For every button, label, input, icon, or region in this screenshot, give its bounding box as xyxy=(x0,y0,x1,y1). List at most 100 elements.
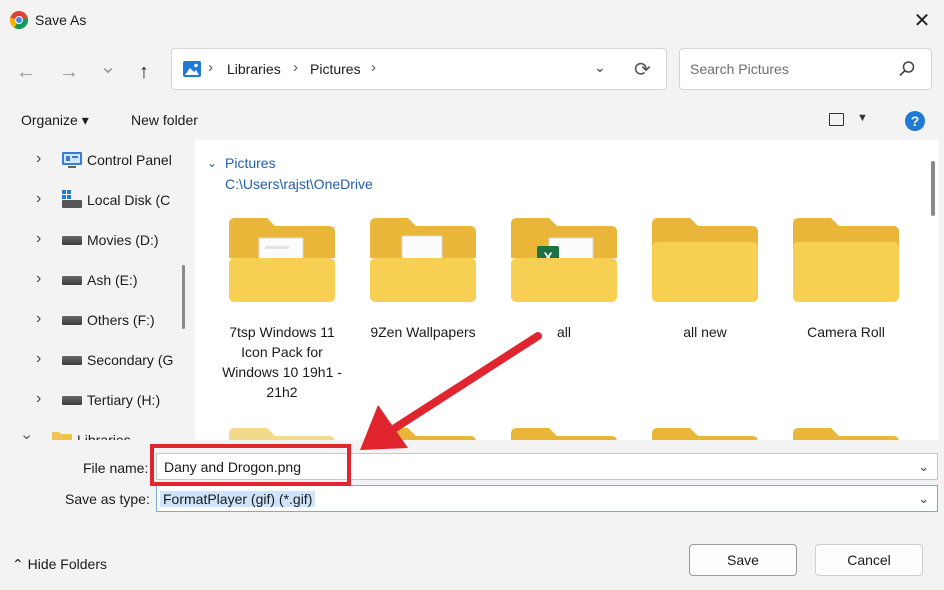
file-list: ⌄ Pictures C:\Users\rajst\OneDrive 7tsp … xyxy=(195,140,939,440)
breadcrumb-pictures[interactable]: Pictures xyxy=(310,61,361,77)
sidebar-item-label: Control Panel xyxy=(87,152,172,168)
sidebar-item-movies-d[interactable]: › Movies (D:) xyxy=(0,220,180,260)
drive-icon xyxy=(62,396,82,405)
sidebar-item-ash-e[interactable]: › Ash (E:) xyxy=(0,260,180,300)
organize-button[interactable]: Organize ▾ xyxy=(21,112,89,129)
folder-icon xyxy=(793,218,899,302)
navigation-bar: ← → ⌄ ↑ › Libraries › Pictures › ⌄ ⟳ Sea… xyxy=(0,40,944,102)
drive-icon xyxy=(62,356,82,365)
close-icon: ✕ xyxy=(913,9,931,32)
sidebar-item-local-disk-c[interactable]: › Local Disk (C xyxy=(0,180,180,220)
navigation-pane: › Control Panel › Local Disk (C › Movies… xyxy=(0,140,180,440)
content-scrollbar[interactable] xyxy=(931,161,935,216)
search-input[interactable]: Search Pictures xyxy=(679,48,932,90)
folder-icon[interactable] xyxy=(370,428,476,440)
folder-icon[interactable] xyxy=(793,428,899,440)
help-glyph: ? xyxy=(910,113,920,129)
new-folder-button[interactable]: New folder xyxy=(131,112,198,128)
save-as-type-label: Save as type: xyxy=(65,491,150,507)
up-button[interactable]: ↑ xyxy=(132,60,156,84)
group-path[interactable]: C:\Users\rajst\OneDrive xyxy=(225,176,373,192)
breadcrumb-separator: › xyxy=(208,59,213,76)
sidebar-item-label: Local Disk (C xyxy=(87,192,171,208)
folder-name: all new xyxy=(683,324,727,340)
breadcrumb-libraries[interactable]: Libraries xyxy=(227,61,281,77)
expand-chevron-icon[interactable]: › xyxy=(36,270,41,288)
folder-icon xyxy=(652,218,758,302)
sidebar-item-tertiary-h[interactable]: › Tertiary (H:) xyxy=(0,380,180,420)
help-icon[interactable]: ? xyxy=(905,111,925,131)
group-title[interactable]: Pictures xyxy=(225,155,276,171)
folder-name: 9Zen Wallpapers xyxy=(370,324,476,340)
hide-folders-button[interactable]: ⌃ Hide Folders xyxy=(12,556,107,573)
annotation-highlight-box xyxy=(150,444,351,486)
windows-drive-icon xyxy=(62,190,82,208)
pictures-library-icon xyxy=(183,61,201,77)
save-form: File name: Dany and Drogon.png ⌄ Save as… xyxy=(0,440,944,590)
folder-item[interactable]: X all xyxy=(499,218,629,342)
breadcrumb-separator[interactable]: › xyxy=(371,59,376,76)
address-bar[interactable]: › Libraries › Pictures › ⌄ ⟳ xyxy=(171,48,667,90)
sidebar-item-libraries[interactable]: › Libraries xyxy=(0,420,180,440)
recent-locations-button[interactable]: ⌄ xyxy=(96,54,120,78)
sidebar-item-secondary-g[interactable]: › Secondary (G xyxy=(0,340,180,380)
expand-chevron-icon[interactable]: › xyxy=(36,150,41,168)
cancel-button[interactable]: Cancel xyxy=(815,544,923,576)
drive-icon xyxy=(62,316,82,325)
folder-item[interactable]: all new xyxy=(640,218,770,342)
folder-name: 7tsp Windows 11 Icon Pack for Windows 10… xyxy=(222,324,342,400)
folder-icon[interactable] xyxy=(511,428,617,440)
expand-chevron-icon[interactable]: › xyxy=(36,390,41,408)
back-button[interactable]: ← xyxy=(14,60,38,84)
arrow-right-icon: → xyxy=(59,60,79,83)
chevron-down-icon[interactable]: ⌄ xyxy=(918,491,929,507)
collapse-chevron-icon[interactable]: › xyxy=(18,434,36,439)
search-placeholder: Search Pictures xyxy=(690,61,789,77)
chrome-app-icon xyxy=(10,11,28,29)
folder-item[interactable]: 9Zen Wallpapers xyxy=(358,218,488,342)
arrow-left-icon: ← xyxy=(16,60,36,83)
folder-with-excel-icon: X xyxy=(511,218,617,302)
title-bar: Save As ✕ xyxy=(0,0,944,40)
close-button[interactable]: ✕ xyxy=(900,0,944,40)
save-as-type-select[interactable]: FormatPlayer (gif) (*.gif) ⌄ xyxy=(156,485,938,512)
group-collapse-icon[interactable]: ⌄ xyxy=(207,156,217,170)
expand-chevron-icon[interactable]: › xyxy=(36,350,41,368)
sidebar-item-label: Ash (E:) xyxy=(87,272,138,288)
folder-item[interactable]: Camera Roll xyxy=(781,218,911,342)
cancel-button-label: Cancel xyxy=(847,552,891,568)
sidebar-item-label: Libraries xyxy=(77,432,131,440)
drive-icon xyxy=(62,276,82,285)
save-as-type-value: FormatPlayer (gif) (*.gif) xyxy=(160,491,316,507)
folder-with-document-icon xyxy=(229,218,335,302)
sidebar-item-label: Movies (D:) xyxy=(87,232,159,248)
view-options-caret-icon[interactable]: ▼ xyxy=(857,112,868,124)
expand-chevron-icon[interactable]: › xyxy=(36,230,41,248)
folder-name: Camera Roll xyxy=(807,324,885,340)
drive-icon xyxy=(62,236,82,245)
folder-with-document-icon xyxy=(370,218,476,302)
folder-icon xyxy=(52,432,72,440)
expand-chevron-icon[interactable]: › xyxy=(36,190,41,208)
view-layout-icon[interactable] xyxy=(829,113,844,126)
sidebar-scrollbar[interactable] xyxy=(182,265,185,329)
folder-item[interactable]: 7tsp Windows 11 Icon Pack for Windows 10… xyxy=(217,218,347,402)
chevron-down-icon[interactable]: ⌄ xyxy=(918,459,929,475)
chevron-down-icon: ⌄ xyxy=(99,55,117,78)
file-name-label: File name: xyxy=(83,460,149,476)
control-panel-icon xyxy=(62,152,82,168)
expand-chevron-icon[interactable]: › xyxy=(36,310,41,328)
folder-icon[interactable] xyxy=(652,428,758,440)
sidebar-item-label: Secondary (G xyxy=(87,352,174,368)
save-button-label: Save xyxy=(727,552,759,568)
forward-button[interactable]: → xyxy=(57,60,81,84)
refresh-icon[interactable]: ⟳ xyxy=(634,57,651,82)
sidebar-item-others-f[interactable]: › Others (F:) xyxy=(0,300,180,340)
search-icon xyxy=(899,61,915,77)
arrow-up-icon: ↑ xyxy=(139,60,149,83)
sidebar-item-control-panel[interactable]: › Control Panel xyxy=(0,140,180,180)
save-button[interactable]: Save xyxy=(689,544,797,576)
folder-icon[interactable] xyxy=(229,428,335,440)
breadcrumb-separator: › xyxy=(293,59,298,76)
address-dropdown-icon[interactable]: ⌄ xyxy=(594,59,606,76)
